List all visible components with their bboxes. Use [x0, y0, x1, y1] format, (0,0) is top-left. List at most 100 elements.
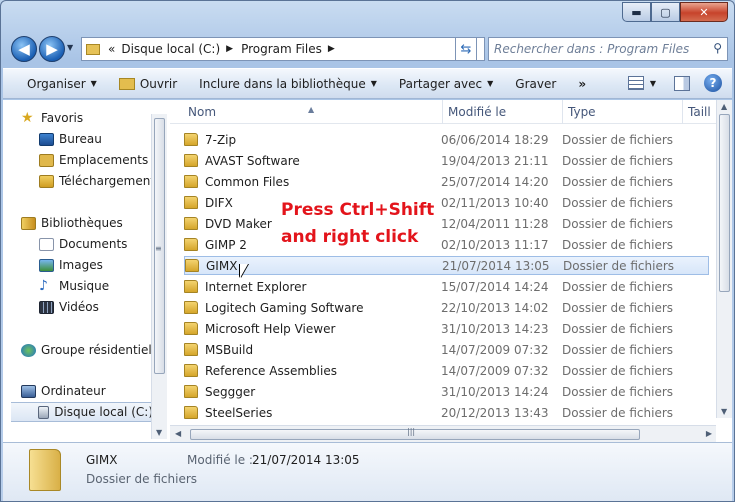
column-divider[interactable]	[682, 100, 683, 124]
file-type: Dossier de fichiers	[562, 405, 674, 420]
organize-label: Organiser	[27, 76, 86, 91]
nav-images[interactable]: Images	[39, 255, 103, 275]
nav-libraries[interactable]: Bibliothèques	[21, 213, 123, 233]
nav-documents[interactable]: Documents	[39, 234, 127, 254]
table-row[interactable]: Internet Explorer 15/07/2014 14:24 Dossier…	[184, 277, 709, 296]
folder-icon	[184, 406, 198, 419]
burn-button[interactable]: Graver	[515, 77, 556, 91]
scroll-down-icon[interactable]: ▼	[156, 428, 162, 437]
file-type: Dossier de fichiers	[562, 132, 674, 147]
nav-label: Documents	[59, 237, 128, 251]
nav-homegroup[interactable]: Groupe résidentiel	[21, 340, 151, 360]
table-row[interactable]: Reference Assemblies 14/07/2009 07:32 Doss…	[184, 361, 709, 380]
column-divider[interactable]	[562, 100, 563, 124]
minimize-button[interactable]: ▬	[622, 2, 651, 22]
column-divider[interactable]	[442, 100, 443, 124]
more-label: »	[578, 76, 587, 91]
homegroup-icon	[21, 343, 36, 357]
table-row[interactable]: Seggger 31/10/2013 14:24 Dossier de fichie…	[184, 382, 709, 401]
file-list-horizontal-scrollbar[interactable]: ◀ ||| ▶	[170, 425, 716, 442]
star-icon: ★	[21, 109, 34, 126]
file-modified: 06/06/2014 18:29	[441, 132, 549, 147]
grip-icon: ≡	[155, 244, 162, 253]
nav-scrollbar[interactable]: ≡ ▼	[151, 114, 167, 439]
organize-menu[interactable]: Organiser ▼	[27, 77, 97, 91]
nav-music[interactable]: ♪ Musique	[39, 276, 109, 296]
preview-pane-icon[interactable]	[674, 75, 690, 91]
maximize-button[interactable]: ▢	[651, 2, 680, 22]
nav-favorites[interactable]: ★ Favoris	[21, 108, 83, 128]
nav-desktop[interactable]: Bureau	[39, 129, 102, 149]
breadcrumb-local-disk[interactable]: Disque local (C:)	[121, 42, 220, 56]
table-row[interactable]: MSBuild 14/07/2009 07:32 Dossier de fichie…	[184, 340, 709, 359]
view-options-icon[interactable]	[627, 76, 644, 90]
more-commands-button[interactable]: »	[578, 77, 586, 91]
view-dropdown-icon[interactable]: ▼	[650, 79, 656, 88]
close-button[interactable]: ✕	[680, 2, 728, 22]
file-modified: 31/10/2013 14:23	[441, 321, 549, 336]
search-icon[interactable]: ⚲	[713, 41, 722, 55]
file-name: Internet Explorer	[205, 279, 307, 294]
nav-computer[interactable]: Ordinateur	[21, 381, 106, 401]
table-row[interactable]: Logitech Gaming Software 22/10/2013 14:02…	[184, 298, 709, 317]
nav-label: Favoris	[41, 111, 84, 125]
scroll-right-icon[interactable]: ▶	[706, 429, 712, 438]
share-menu[interactable]: Partager avec ▼	[399, 77, 493, 91]
column-size[interactable]: Taill	[688, 105, 711, 119]
file-type: Dossier de fichiers	[562, 342, 674, 357]
table-row[interactable]: Microsoft Help Viewer 31/10/2013 14:23 Dos…	[184, 319, 709, 338]
file-modified: 19/04/2013 21:11	[441, 153, 549, 168]
column-modified[interactable]: Modifié le	[448, 105, 506, 119]
breadcrumb-arrow-icon[interactable]: ▶	[226, 44, 233, 54]
scroll-left-icon[interactable]: ◀	[175, 429, 181, 438]
breadcrumb-arrow-icon[interactable]: ▶	[328, 44, 335, 54]
help-icon[interactable]: ?	[704, 74, 722, 92]
refresh-button[interactable]: ⇆	[455, 37, 477, 61]
file-modified: 14/07/2009 07:32	[441, 342, 549, 357]
instruction-overlay: Press Ctrl+Shift and right click	[281, 197, 434, 251]
table-row[interactable]: SteelSeries 20/12/2013 13:43 Dossier de fi…	[184, 403, 709, 422]
address-overflow-chevron[interactable]: «	[108, 42, 115, 56]
file-list-vertical-scrollbar[interactable]: ▲ ▼	[716, 100, 732, 418]
breadcrumb-program-files[interactable]: Program Files	[241, 42, 322, 56]
nav-local-disk[interactable]: Disque local (C:)	[11, 402, 151, 422]
table-row[interactable]: DVD Maker 12/04/2011 11:28 Dossier de fich…	[184, 214, 709, 233]
recent-pages-dropdown[interactable]: ▼	[67, 43, 73, 52]
details-item-type: Dossier de fichiers	[86, 472, 198, 486]
scroll-up-icon[interactable]: ▲	[721, 102, 727, 111]
table-row[interactable]: 7-Zip 06/06/2014 18:29 Dossier de fichiers	[184, 130, 709, 149]
file-list: ▲ Nom Modifié le Type Taill 7-Zip 06/06/2…	[170, 100, 732, 442]
nav-label: Musique	[59, 279, 110, 293]
scroll-down-icon[interactable]: ▼	[721, 407, 727, 416]
table-row[interactable]: AVAST Software 19/04/2013 21:11 Dossier de…	[184, 151, 709, 170]
address-bar[interactable]: « Disque local (C:) ▶ Program Files ▶ ▼	[81, 37, 485, 61]
file-name: Microsoft Help Viewer	[205, 321, 336, 336]
open-button[interactable]: Ouvrir	[118, 76, 178, 91]
forward-button[interactable]: ▶	[39, 36, 65, 62]
caption-buttons: ▬ ▢ ✕	[622, 2, 728, 22]
table-row[interactable]: Common Files 25/07/2014 14:20 Dossier de f…	[184, 172, 709, 191]
folder-icon	[184, 238, 198, 251]
nav-videos[interactable]: Vidéos	[39, 297, 99, 317]
file-name: MSBuild	[205, 342, 254, 357]
table-row[interactable]: GIMX 21/07/2014 13:05 Dossier de fichiers	[184, 256, 709, 275]
folder-icon	[184, 322, 198, 335]
back-button[interactable]: ◀	[11, 36, 37, 62]
include-library-menu[interactable]: Inclure dans la bibliothèque ▼	[199, 77, 377, 91]
table-row[interactable]: DIFX 02/11/2013 10:40 Dossier de fichiers	[184, 193, 709, 212]
folder-icon	[184, 280, 198, 293]
file-name: 7-Zip	[205, 132, 237, 147]
vertical-scroll-thumb[interactable]	[719, 114, 730, 292]
instruction-line-1: Press Ctrl+Shift	[281, 200, 435, 220]
folder-icon	[86, 43, 100, 55]
column-name[interactable]: Nom	[188, 105, 216, 119]
nav-downloads[interactable]: Téléchargements	[39, 171, 151, 191]
table-row[interactable]: GIMP 2 02/10/2013 11:17 Dossier de fichier…	[184, 235, 709, 254]
nav-label: Emplacements ré	[59, 153, 151, 167]
file-name: SteelSeries	[205, 405, 273, 420]
open-label: Ouvrir	[139, 76, 178, 91]
details-pane: GIMX Dossier de fichiers Modifié le : 21…	[3, 442, 732, 501]
column-type[interactable]: Type	[568, 105, 596, 119]
search-input[interactable]: Rechercher dans : Program Files ⚲	[488, 37, 728, 61]
nav-recent-places[interactable]: Emplacements ré	[39, 150, 151, 170]
